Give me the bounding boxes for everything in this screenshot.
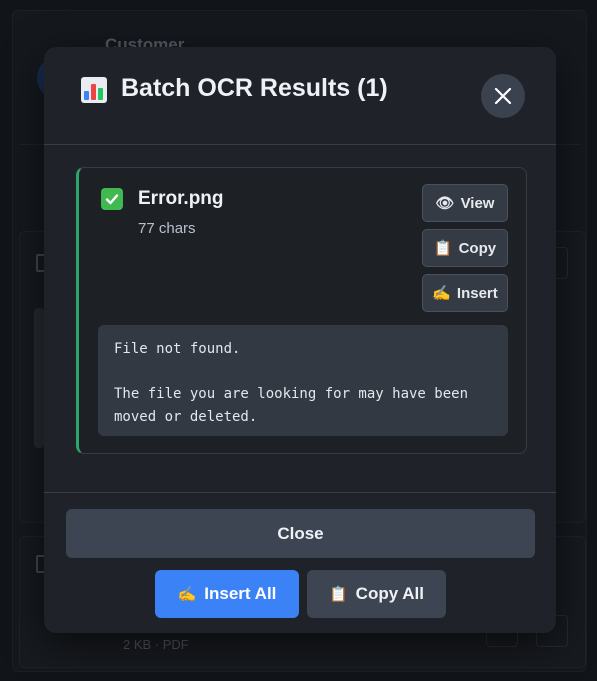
batch-ocr-modal: Batch OCR Results (1) Error.png 77 chars…	[44, 47, 556, 633]
check-icon	[101, 188, 123, 210]
modal-header: Batch OCR Results (1)	[44, 47, 556, 145]
copy-button[interactable]: 📋 Copy	[422, 229, 508, 267]
insert-button[interactable]: ✍ Insert	[422, 274, 508, 312]
writing-hand-icon: ✍	[432, 284, 451, 302]
page: Customer 2 KB · PDF Batch OCR Results (1…	[0, 0, 597, 681]
insert-label: Insert	[456, 284, 498, 302]
insert-all-button[interactable]: ✍ Insert All	[155, 570, 299, 618]
eye-icon: 👁	[435, 194, 455, 212]
bar-chart-icon	[81, 77, 107, 103]
close-icon	[494, 87, 512, 105]
clipboard-icon: 📋	[328, 585, 348, 603]
close-button[interactable]: Close	[66, 509, 535, 558]
copy-all-button[interactable]: 📋 Copy All	[307, 570, 446, 618]
modal-title: Batch OCR Results (1)	[121, 74, 388, 102]
clipboard-icon: 📋	[433, 239, 453, 257]
close-modal-button[interactable]	[481, 74, 525, 118]
result-card: Error.png 77 chars 👁 View 📋 Copy ✍ Inser…	[76, 167, 527, 454]
modal-footer: Close ✍ Insert All 📋 Copy All	[44, 492, 556, 633]
copy-all-label: Copy All	[355, 584, 424, 603]
writing-hand-icon: ✍	[177, 585, 197, 603]
ocr-text: File not found. The file you are looking…	[98, 325, 508, 436]
image-placeholder	[34, 308, 44, 448]
file-name: Error.png	[138, 188, 224, 209]
view-button[interactable]: 👁 View	[422, 184, 508, 222]
char-count: 77 chars	[138, 220, 196, 237]
file-meta: 2 KB · PDF	[123, 637, 189, 652]
copy-label: Copy	[458, 239, 497, 257]
view-label: View	[460, 194, 495, 212]
insert-all-label: Insert All	[204, 584, 277, 603]
